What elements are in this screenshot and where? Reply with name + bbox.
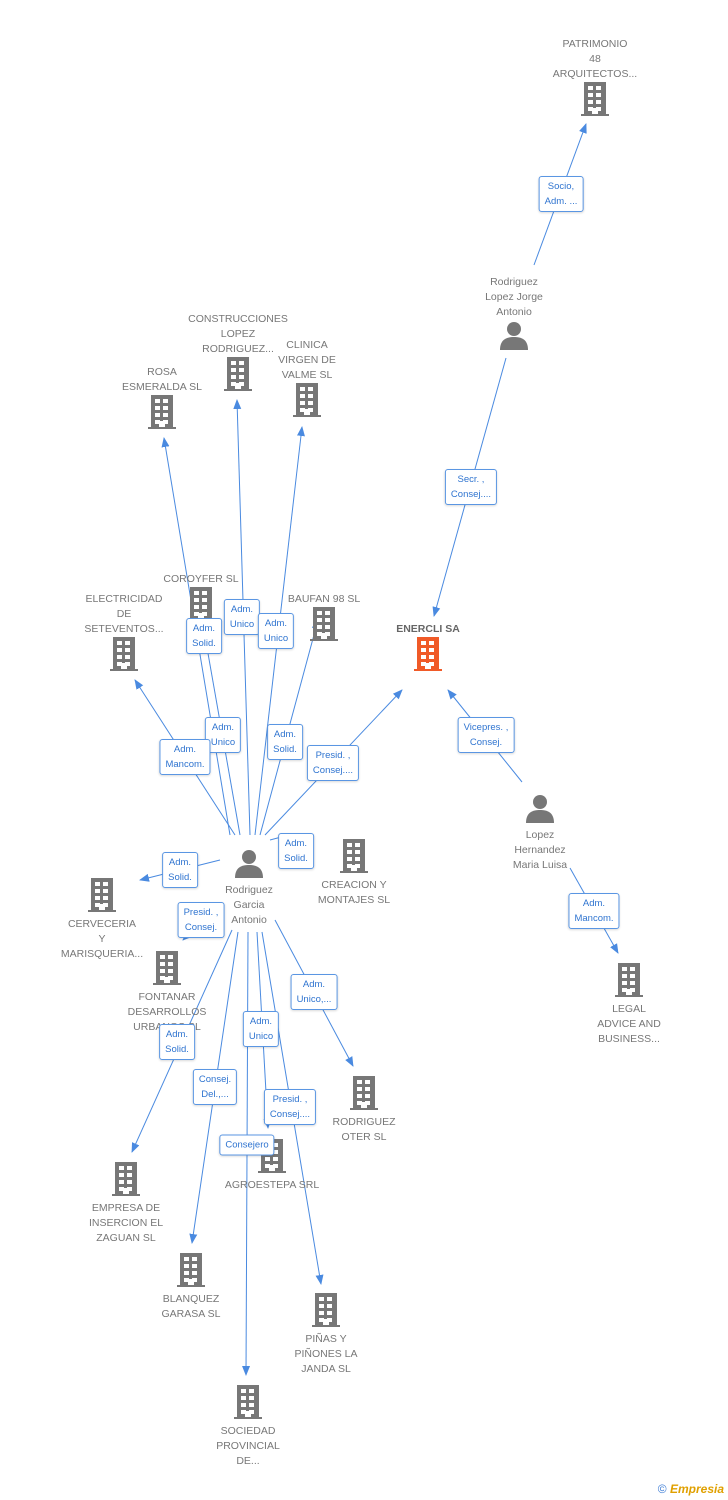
building-icon	[47, 878, 157, 917]
building-icon	[271, 1293, 381, 1332]
node-creacion[interactable]: CREACION Y MONTAJES SL	[299, 839, 409, 908]
role-label[interactable]: Adm. Unico	[257, 613, 295, 649]
node-enercli[interactable]: ENERCLI SA	[373, 622, 483, 676]
node-blanquez[interactable]: BLANQUEZ GARASA SL	[136, 1253, 246, 1322]
node-label: PATRIMONIO 48 ARQUITECTOS...	[552, 38, 638, 80]
role-label[interactable]: Adm. Solid.	[278, 833, 314, 869]
node-label: PIÑAS Y PIÑONES LA JANDA SL	[294, 1333, 358, 1375]
node-label: ELECTRICIDAD DE SETEVENTOS...	[84, 593, 164, 635]
role-label[interactable]: Adm. Solid.	[267, 724, 303, 760]
building-icon	[574, 963, 684, 1002]
brand-logo-text: Empresia	[669, 1482, 724, 1496]
node-jorge[interactable]: Rodriguez Lopez Jorge Antonio	[459, 275, 569, 355]
building-icon	[252, 383, 362, 422]
node-patrimonio[interactable]: PATRIMONIO 48 ARQUITECTOS...	[540, 37, 650, 121]
role-label[interactable]: Adm. Unico	[242, 1011, 280, 1047]
copyright-symbol: ©	[657, 1482, 667, 1496]
role-label[interactable]: Presid. , Consej.	[177, 902, 225, 938]
role-label[interactable]: Adm. Solid.	[162, 852, 198, 888]
building-icon	[373, 637, 483, 676]
role-label[interactable]: Presid. , Consej....	[306, 745, 360, 781]
node-label: BAUFAN 98 SL	[287, 593, 361, 605]
building-icon	[69, 637, 179, 676]
node-label: AGROESTEPA SRL	[224, 1179, 320, 1191]
building-icon	[136, 1253, 246, 1292]
node-electricidad[interactable]: ELECTRICIDAD DE SETEVENTOS...	[69, 592, 179, 676]
person-icon	[485, 793, 595, 828]
role-label[interactable]: Presid. , Consej....	[263, 1089, 317, 1125]
building-icon	[193, 1385, 303, 1424]
node-cerveceria[interactable]: CERVECERIA Y MARISQUERIA...	[47, 878, 157, 962]
node-maria[interactable]: Lopez Hernandez Maria Luisa	[485, 793, 595, 873]
node-fontanar[interactable]: FONTANAR DESARROLLOS URBANOS SL	[112, 951, 222, 1035]
building-icon	[107, 395, 217, 434]
person-icon	[459, 320, 569, 355]
role-label[interactable]: Adm. Solid.	[186, 618, 222, 654]
role-label[interactable]: Adm. Unico,...	[290, 974, 338, 1010]
node-clinica[interactable]: CLINICA VIRGEN DE VALME SL	[252, 338, 362, 422]
node-label: CLINICA VIRGEN DE VALME SL	[278, 339, 336, 381]
node-label: Lopez Hernandez Maria Luisa	[512, 829, 568, 871]
node-label: COROYFER SL	[163, 573, 239, 585]
building-icon	[112, 951, 222, 990]
building-icon	[540, 82, 650, 121]
building-icon	[309, 1076, 419, 1115]
node-label: EMPRESA DE INSERCION EL ZAGUAN SL	[88, 1202, 164, 1244]
node-oter[interactable]: RODRIGUEZ OTER SL	[309, 1076, 419, 1145]
building-icon	[299, 839, 409, 878]
role-label[interactable]: Adm. Mancom.	[568, 893, 620, 929]
node-label: ENERCLI SA	[396, 623, 460, 635]
role-label[interactable]: Adm. Solid.	[159, 1024, 195, 1060]
node-legal[interactable]: LEGAL ADVICE AND BUSINESS...	[574, 963, 684, 1047]
role-label[interactable]: Secr. , Consej....	[444, 469, 498, 505]
role-label[interactable]: Consej. Del.,...	[192, 1069, 238, 1105]
role-label[interactable]: Adm. Mancom.	[159, 739, 211, 775]
role-label[interactable]: Socio, Adm. ...	[538, 176, 584, 212]
building-icon	[71, 1162, 181, 1201]
node-label: Rodriguez Lopez Jorge Antonio	[485, 276, 543, 318]
role-label[interactable]: Vicepres. , Consej.	[457, 717, 515, 753]
network-diagram: © Empresia PATRIMONIO 48 ARQUITECTOS... R…	[0, 0, 728, 1500]
watermark: © Empresia	[658, 1482, 724, 1496]
node-empresa[interactable]: EMPRESA DE INSERCION EL ZAGUAN SL	[71, 1162, 181, 1246]
node-label: SOCIEDAD PROVINCIAL DE...	[216, 1425, 280, 1467]
role-label[interactable]: Consejero	[219, 1134, 275, 1156]
node-label: LEGAL ADVICE AND BUSINESS...	[597, 1003, 661, 1045]
node-pinas[interactable]: PIÑAS Y PIÑONES LA JANDA SL	[271, 1293, 381, 1377]
node-sociedad[interactable]: SOCIEDAD PROVINCIAL DE...	[193, 1385, 303, 1469]
role-label[interactable]: Adm. Unico	[223, 599, 261, 635]
edges-layer	[131, 123, 619, 1376]
node-label: CREACION Y MONTAJES SL	[317, 879, 391, 906]
node-label: BLANQUEZ GARASA SL	[161, 1293, 221, 1320]
